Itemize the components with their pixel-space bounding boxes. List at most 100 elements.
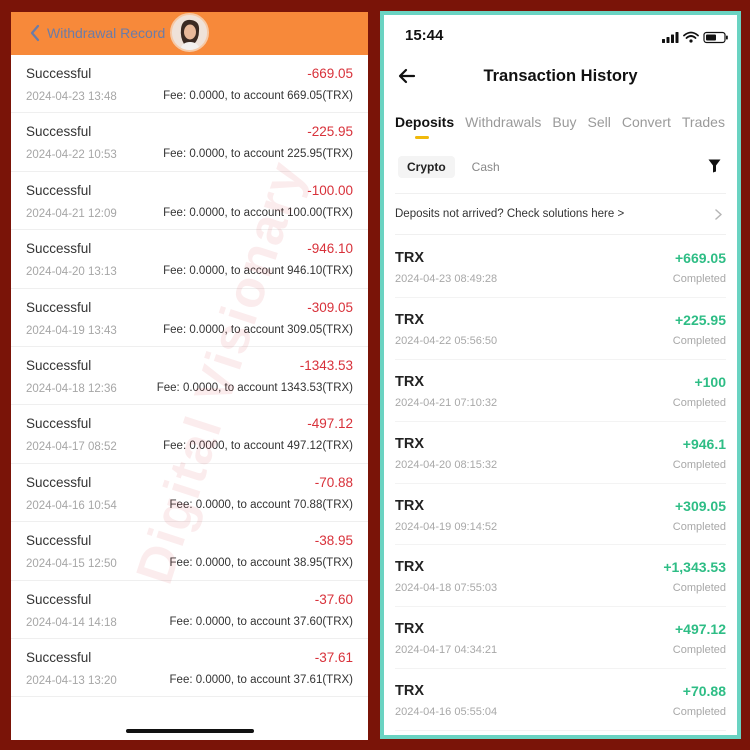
withdrawal-status: Successful <box>26 474 92 490</box>
deposit-datetime: 2024-04-20 08:15:32 <box>395 458 498 471</box>
withdrawal-fee-detail: Fee: 0.0000, to account 100.00(TRX) <box>163 206 353 219</box>
withdrawal-status: Successful <box>26 124 92 140</box>
withdrawal-fee-detail: Fee: 0.0000, to account 37.60(TRX) <box>169 615 353 628</box>
withdrawal-datetime: 2024-04-15 12:50 <box>26 558 117 571</box>
deposit-row[interactable]: TRX +497.12 2024-04-17 04:34:21 Completed <box>395 607 726 670</box>
withdrawal-row[interactable]: Successful -669.05 2024-04-23 13:48 Fee: 0.… <box>11 55 368 114</box>
tab-deposits[interactable]: Deposits <box>395 114 454 140</box>
withdrawal-fee-detail: Fee: 0.0000, to account 309.05(TRX) <box>163 323 353 336</box>
user-avatar[interactable] <box>170 13 209 52</box>
battery-icon <box>703 31 728 44</box>
history-tabs: Deposits Withdrawals Buy Sell Convert Trades <box>395 114 736 140</box>
withdrawal-record-screen: Withdrawal Record Successful -669.05 2024-… <box>11 12 368 740</box>
withdrawal-status: Successful <box>26 299 92 315</box>
deposit-status: Completed <box>672 520 726 533</box>
withdrawal-amount: -1343.53 <box>299 357 353 373</box>
withdrawal-title: Withdrawal Record <box>47 25 166 41</box>
withdrawal-datetime: 2024-04-13 13:20 <box>26 674 117 687</box>
deposit-datetime: 2024-04-21 07:10:32 <box>395 396 498 409</box>
deposit-coin: TRX <box>395 621 424 638</box>
withdrawal-amount: -37.60 <box>314 591 353 607</box>
withdrawal-status: Successful <box>26 533 92 549</box>
withdrawal-amount: -70.88 <box>314 474 353 490</box>
deposit-amount: +70.88 <box>682 683 726 700</box>
asset-type-tabs: Crypto Cash <box>398 156 517 178</box>
withdrawal-row[interactable]: Successful -38.95 2024-04-15 12:50 Fee: 0.0… <box>11 522 368 581</box>
withdrawal-fee-detail: Fee: 0.0000, to account 70.88(TRX) <box>169 498 353 511</box>
tab-sell[interactable]: Sell <box>588 114 611 140</box>
subtab-cash[interactable]: Cash <box>463 156 509 178</box>
status-icons <box>662 31 728 44</box>
deposit-amount: +309.05 <box>675 497 726 514</box>
deposit-row[interactable]: TRX +225.95 2024-04-22 05:56:50 Completed <box>395 298 726 360</box>
withdrawal-status: Successful <box>26 66 92 81</box>
withdrawal-row[interactable]: Successful -225.95 2024-04-22 10:53 Fee: 0.… <box>11 113 368 172</box>
deposit-row[interactable]: TRX +1,343.53 2024-04-18 07:55:03 Completed <box>395 545 726 608</box>
withdrawal-header: Withdrawal Record <box>11 12 368 55</box>
deposit-row[interactable]: TRX +946.1 2024-04-20 08:15:32 Completed <box>395 422 726 484</box>
deposit-row[interactable]: TRX +100 2024-04-21 07:10:32 Completed <box>395 360 726 422</box>
tab-withdrawals[interactable]: Withdrawals <box>465 114 541 140</box>
deposit-coin: TRX <box>395 250 424 266</box>
deposit-status: Completed <box>672 458 726 471</box>
withdrawal-row[interactable]: Successful -37.61 2024-04-13 13:20 Fee: 0.0… <box>11 639 368 698</box>
deposit-row[interactable]: TRX +669.05 2024-04-23 08:49:28 Completed <box>395 236 726 298</box>
filter-icon[interactable] <box>708 159 721 173</box>
deposit-help-banner[interactable]: Deposits not arrived? Check solutions he… <box>395 193 726 235</box>
wifi-icon <box>683 31 699 43</box>
deposit-coin: TRX <box>395 497 424 514</box>
withdrawal-row[interactable]: Successful -497.12 2024-04-17 08:52 Fee: 0.… <box>11 405 368 464</box>
deposit-status: Completed <box>672 273 726 285</box>
withdrawal-fee-detail: Fee: 0.0000, to account 225.95(TRX) <box>163 148 353 161</box>
signal-icon <box>662 32 679 43</box>
withdrawal-row[interactable]: Successful -37.60 2024-04-14 14:18 Fee: 0.0… <box>11 581 368 639</box>
tab-convert[interactable]: Convert <box>622 114 671 140</box>
withdrawal-amount: -37.61 <box>314 649 353 665</box>
withdrawal-datetime: 2024-04-14 14:18 <box>26 616 117 629</box>
withdrawal-datetime: 2024-04-21 12:09 <box>26 207 117 220</box>
deposit-coin: TRX <box>395 435 424 452</box>
withdrawal-row[interactable]: Successful -309.05 2024-04-19 13:43 Fee: 0.… <box>11 289 368 347</box>
withdrawal-fee-detail: Fee: 0.0000, to account 946.10(TRX) <box>163 265 353 278</box>
withdrawal-datetime: 2024-04-16 10:54 <box>26 499 117 512</box>
deposit-coin: TRX <box>395 683 424 700</box>
withdrawal-row[interactable]: Successful -946.10 2024-04-20 13:13 Fee: 0.… <box>11 230 368 289</box>
withdrawal-datetime: 2024-04-17 08:52 <box>26 441 117 454</box>
transaction-history-screen: 15:44 Transaction History Deposits Withdr… <box>380 11 741 739</box>
deposit-datetime: 2024-04-19 09:14:52 <box>395 520 498 533</box>
deposit-status: Completed <box>672 644 726 657</box>
withdrawal-datetime: 2024-04-20 13:13 <box>26 266 117 279</box>
tab-buy[interactable]: Buy <box>552 114 576 140</box>
withdrawal-fee-detail: Fee: 0.0000, to account 38.95(TRX) <box>169 557 353 570</box>
deposit-datetime: 2024-04-22 05:56:50 <box>395 334 498 347</box>
withdrawal-row[interactable]: Successful -70.88 2024-04-16 10:54 Fee: 0.0… <box>11 464 368 523</box>
deposit-datetime: 2024-04-17 04:34:21 <box>395 644 498 657</box>
page-title: Transaction History <box>483 67 638 85</box>
withdrawal-fee-detail: Fee: 0.0000, to account 37.61(TRX) <box>169 673 353 686</box>
deposit-datetime: 2024-04-18 07:55:03 <box>395 582 498 595</box>
deposit-coin: TRX <box>395 559 424 576</box>
home-indicator[interactable] <box>126 729 254 733</box>
deposit-coin: TRX <box>395 373 424 390</box>
deposit-status: Completed <box>672 582 726 595</box>
withdrawal-list: Successful -669.05 2024-04-23 13:48 Fee: 0.… <box>11 55 368 698</box>
deposit-row[interactable]: TRX +70.88 2024-04-16 05:55:04 Completed <box>395 669 726 732</box>
deposit-datetime: 2024-04-16 05:55:04 <box>395 706 498 719</box>
deposit-help-text: Deposits not arrived? Check solutions he… <box>395 208 625 220</box>
withdrawal-amount: -309.05 <box>307 299 353 315</box>
subtab-crypto[interactable]: Crypto <box>398 156 455 178</box>
deposit-datetime: 2024-04-23 08:49:28 <box>395 273 498 285</box>
withdrawal-status: Successful <box>26 416 92 432</box>
withdrawal-datetime: 2024-04-22 10:53 <box>26 149 117 162</box>
deposit-amount: +669.05 <box>675 250 726 266</box>
deposit-row[interactable]: TRX +309.05 2024-04-19 09:14:52 Completed <box>395 484 726 546</box>
deposit-status: Completed <box>672 706 726 719</box>
withdrawal-amount: -669.05 <box>307 66 353 81</box>
chevron-left-icon[interactable] <box>29 24 41 42</box>
withdrawal-row[interactable]: Successful -100.00 2024-04-21 12:09 Fee: 0.… <box>11 172 368 231</box>
withdrawal-row[interactable]: Successful -1343.53 2024-04-18 12:36 Fee: 0… <box>11 347 368 406</box>
withdrawal-amount: -225.95 <box>307 124 353 140</box>
tab-trades[interactable]: Trades <box>682 114 725 140</box>
withdrawal-datetime: 2024-04-23 13:48 <box>26 91 117 103</box>
withdrawal-amount: -946.10 <box>307 241 353 257</box>
